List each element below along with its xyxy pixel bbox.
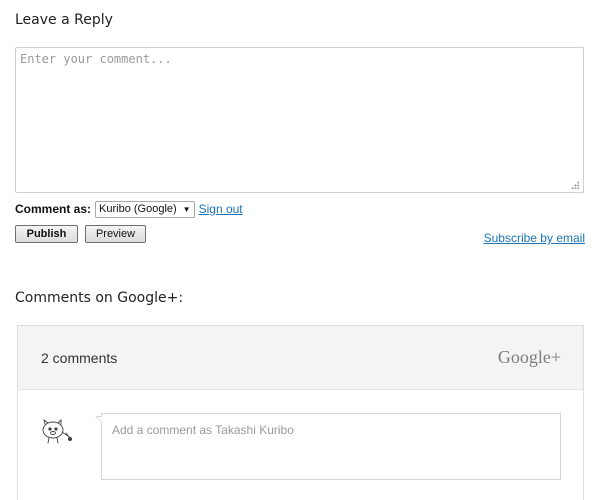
reply-heading: Leave a Reply (15, 12, 113, 28)
preview-button[interactable]: Preview (85, 225, 146, 243)
comment-as-row: Comment as: Kuribo (Google) ▼ Sign out (15, 200, 243, 218)
identity-select[interactable]: Kuribo (Google) ▼ (95, 200, 195, 218)
gplus-heading: Comments on Google+: (15, 290, 184, 306)
add-comment-placeholder: Add a comment as Takashi Kuribo (112, 423, 294, 437)
gplus-panel-header: 2 comments Google+ (18, 326, 583, 390)
comment-count[interactable]: 2 comments (41, 350, 117, 366)
sign-out-link[interactable]: Sign out (199, 202, 243, 216)
resize-grip-icon[interactable] (571, 181, 579, 189)
chevron-down-icon: ▼ (182, 204, 191, 214)
comment-as-label: Comment as: (15, 202, 92, 216)
comment-textarea[interactable] (16, 48, 583, 192)
add-comment-box[interactable]: Add a comment as Takashi Kuribo (95, 413, 561, 480)
avatar (42, 418, 73, 444)
identity-select-value: Kuribo (Google) (99, 203, 177, 215)
subscribe-link[interactable]: Subscribe by email (484, 231, 585, 245)
gplus-logo: Google+ (497, 347, 561, 367)
publish-button[interactable]: Publish (15, 225, 78, 243)
gplus-comments-panel: 2 comments Google+ Add a comment as Taka… (17, 325, 584, 500)
comment-box[interactable] (15, 47, 584, 193)
